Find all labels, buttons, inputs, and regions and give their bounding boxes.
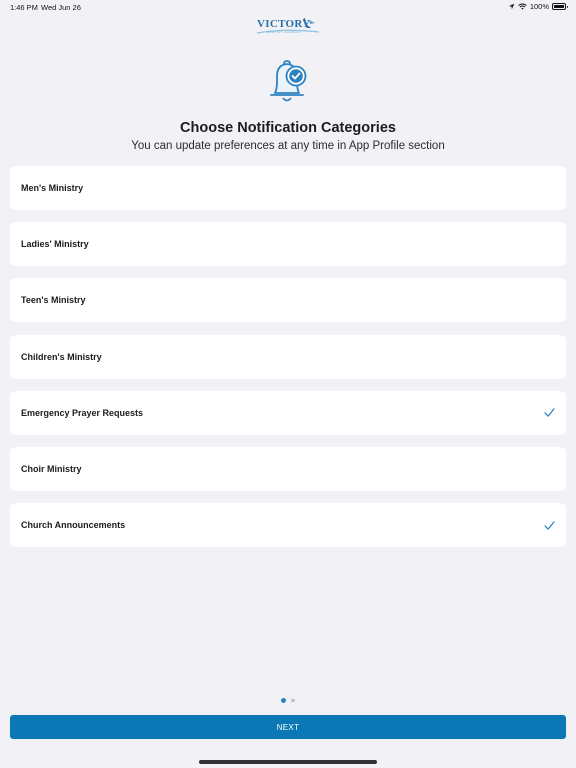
checkmark-icon bbox=[544, 408, 555, 417]
page-dot-active[interactable] bbox=[281, 698, 287, 703]
wifi-icon bbox=[518, 3, 527, 10]
page-dot[interactable] bbox=[291, 698, 295, 703]
status-date: Wed Jun 26 bbox=[41, 3, 81, 12]
battery-icon bbox=[552, 3, 568, 10]
category-label: Church Announcements bbox=[21, 520, 126, 531]
category-church-announcements[interactable]: Church Announcements bbox=[10, 503, 566, 548]
church-logo: Victory BAPTIST CHURCH bbox=[253, 16, 323, 38]
logo-text: Victory bbox=[257, 18, 311, 30]
category-label: Teen's Ministry bbox=[21, 295, 86, 306]
category-label: Emergency Prayer Requests bbox=[21, 407, 144, 418]
checkmark-icon bbox=[544, 520, 555, 530]
battery-percent: 100% bbox=[529, 2, 549, 11]
status-time: 1:46 PM bbox=[10, 3, 38, 12]
hero-section: Choose Notification Categories You can u… bbox=[0, 58, 576, 152]
category-label: Children's Ministry bbox=[21, 351, 102, 362]
category-list: Men's Ministry Ladies' Ministry Teen's M… bbox=[10, 166, 566, 559]
logo-subtext: BAPTIST CHURCH bbox=[267, 30, 301, 34]
category-childrens-ministry[interactable]: Children's Ministry bbox=[10, 334, 566, 379]
status-bar: 1:46 PM Wed Jun 26 100% bbox=[0, 0, 576, 14]
page-subtitle: You can update preferences at any time i… bbox=[131, 140, 445, 152]
page-title: Choose Notification Categories bbox=[180, 120, 396, 136]
location-icon bbox=[508, 3, 515, 10]
app-header: Victory BAPTIST CHURCH bbox=[0, 14, 576, 40]
category-label: Ladies' Ministry bbox=[21, 239, 89, 250]
page-indicator bbox=[0, 698, 576, 703]
category-choir-ministry[interactable]: Choir Ministry bbox=[10, 446, 566, 491]
bell-check-icon bbox=[270, 60, 307, 102]
category-mens-ministry[interactable]: Men's Ministry bbox=[10, 166, 566, 210]
category-label: Choir Ministry bbox=[21, 463, 82, 474]
category-emergency-prayer-requests[interactable]: Emergency Prayer Requests bbox=[10, 390, 566, 435]
status-indicators: 100% bbox=[508, 2, 568, 11]
category-teens-ministry[interactable]: Teen's Ministry bbox=[10, 278, 566, 323]
home-indicator[interactable] bbox=[199, 760, 377, 764]
next-button[interactable]: NEXT bbox=[10, 715, 566, 739]
category-ladies-ministry[interactable]: Ladies' Ministry bbox=[10, 222, 566, 267]
category-label: Men's Ministry bbox=[21, 183, 84, 193]
